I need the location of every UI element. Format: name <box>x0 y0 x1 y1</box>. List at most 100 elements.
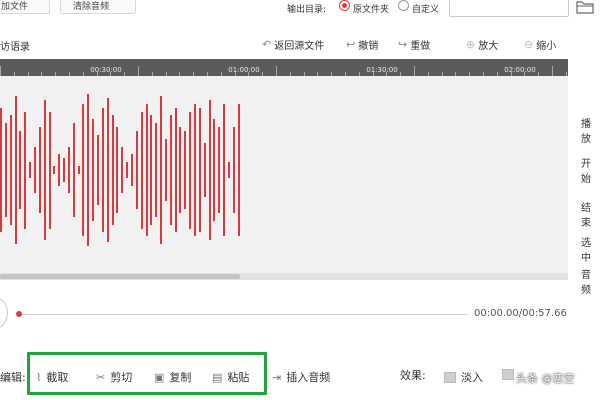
zoom-out-button[interactable]: ⊖ 缩小 <box>524 37 556 52</box>
waveform-bar <box>130 154 133 186</box>
ruler-tick <box>0 66 1 76</box>
file-name-title: 访语录 <box>0 42 30 53</box>
undo-label: 撤销 <box>358 41 379 52</box>
paste-label: 粘贴 <box>227 371 250 384</box>
waveform-bar <box>203 142 206 198</box>
radio-original-folder-label: 原文件夹 <box>353 5 390 15</box>
return-icon: ↶ <box>262 38 272 51</box>
cut-wave-icon: ⌇ <box>36 370 42 384</box>
waveform-bar <box>155 123 158 217</box>
waveform-bar <box>237 103 240 237</box>
copy-icon: ▣ <box>154 370 165 384</box>
clear-audio-label: 清除音频 <box>73 2 110 12</box>
waveform-bar <box>184 131 187 209</box>
scissors-icon: ✂ <box>96 370 106 384</box>
ruler-tick <box>138 66 139 76</box>
waveform-bar <box>126 162 129 178</box>
waveform-bar <box>14 95 17 245</box>
waveform-bar <box>198 107 201 233</box>
fade-in-button[interactable]: 淡入 <box>444 369 483 385</box>
side-label-end: 结束 <box>581 203 591 229</box>
insert-audio-label: 插入音频 <box>286 371 331 384</box>
waveform-bar <box>213 119 216 221</box>
redo-icon: ↪ <box>398 38 408 51</box>
waveform-bar <box>116 127 119 213</box>
watermark-text: 头条 @恋空 <box>516 372 575 385</box>
radio-original-folder[interactable] <box>339 0 350 11</box>
waveform-bar <box>140 111 143 229</box>
copy-button[interactable]: ▣ 复制 <box>154 369 191 385</box>
folder-icon[interactable] <box>576 0 594 14</box>
waveform-bar <box>77 166 80 174</box>
waveform-bar <box>106 98 109 242</box>
add-file-label: 加文件 <box>1 2 29 12</box>
cut-label: 截取 <box>46 371 69 384</box>
playback-progress-track[interactable] <box>18 314 468 315</box>
waveform-bar <box>189 111 192 229</box>
waveform-bar <box>150 115 153 225</box>
radio-custom-label: 自定义 <box>412 5 440 15</box>
waveform-bar <box>169 115 172 225</box>
playback-progress-handle[interactable] <box>16 311 22 317</box>
waveform-bar <box>24 111 27 229</box>
timeline-label: 02:00:00 <box>504 66 536 74</box>
insert-icon: ⇥ <box>272 370 282 384</box>
waveform-bar <box>19 131 22 209</box>
timeline-label: 00:30:00 <box>90 66 122 74</box>
waveform-bar <box>4 123 7 217</box>
fade-out-button[interactable] <box>502 369 514 380</box>
waveform-bar <box>97 134 99 206</box>
fade-in-icon <box>444 371 456 383</box>
waveform-bar <box>63 158 66 182</box>
waveform-bar <box>43 99 46 241</box>
waveform-bar <box>92 119 95 221</box>
time-readout: 00:00.00/00:57.66 <box>474 308 567 319</box>
waveform-bar <box>218 127 221 213</box>
undo-button[interactable]: ↩ 撤销 <box>346 37 378 52</box>
waveform-bar <box>38 127 41 213</box>
ruler-tick <box>276 66 277 76</box>
edit-label: 编辑: <box>0 371 26 384</box>
trim-button[interactable]: ✂ 剪切 <box>96 369 132 385</box>
return-source-button[interactable]: ↶ 返回源文件 <box>262 37 324 52</box>
output-path-input[interactable] <box>449 0 569 17</box>
undo-icon: ↩ <box>346 38 356 51</box>
add-file-button[interactable]: 加文件 <box>0 0 50 14</box>
waveform-bar <box>101 107 104 233</box>
scrollbar-thumb[interactable] <box>0 274 240 279</box>
waveform-bar <box>179 127 182 213</box>
play-button[interactable] <box>0 298 8 328</box>
waveform-bar <box>82 103 85 237</box>
timeline-label: 01:30:00 <box>366 66 398 74</box>
waveform-bar <box>164 138 167 202</box>
insert-audio-button[interactable]: ⇥ 插入音频 <box>272 369 330 385</box>
zoom-in-button[interactable]: ⊕ 放大 <box>466 37 498 52</box>
waveform-bar <box>160 95 163 245</box>
side-label-start: 开始 <box>581 159 591 185</box>
waveform-bar <box>72 123 75 217</box>
zoom-out-label: 缩小 <box>536 41 557 52</box>
side-label-selected: 选中 <box>581 238 591 264</box>
waveform-area[interactable] <box>0 76 568 274</box>
waveform-bar <box>111 115 114 225</box>
timeline-label: 01:00:00 <box>228 66 260 74</box>
side-label-play: 播放 <box>581 119 591 145</box>
waveform-bar <box>121 146 124 194</box>
waveform-bar <box>223 103 226 237</box>
trim-label: 剪切 <box>110 371 133 384</box>
waveform-bar <box>53 166 56 174</box>
waveform-bar <box>58 154 61 186</box>
zoom-out-icon: ⊖ <box>524 38 534 51</box>
waveform-bar <box>145 103 148 237</box>
cut-button[interactable]: ⌇ 截取 <box>36 369 68 385</box>
paste-button[interactable]: ▤ 粘贴 <box>212 369 249 385</box>
ruler-tick <box>552 66 553 76</box>
waveform-bar <box>9 115 12 225</box>
zoom-in-label: 放大 <box>478 41 499 52</box>
radio-custom[interactable] <box>398 0 409 11</box>
redo-button[interactable]: ↪ 重做 <box>398 37 430 52</box>
waveform-bar <box>232 127 235 213</box>
clear-audio-button[interactable]: 清除音频 <box>60 0 136 14</box>
fade-in-label: 淡入 <box>461 371 483 384</box>
paste-icon: ▤ <box>212 370 223 384</box>
